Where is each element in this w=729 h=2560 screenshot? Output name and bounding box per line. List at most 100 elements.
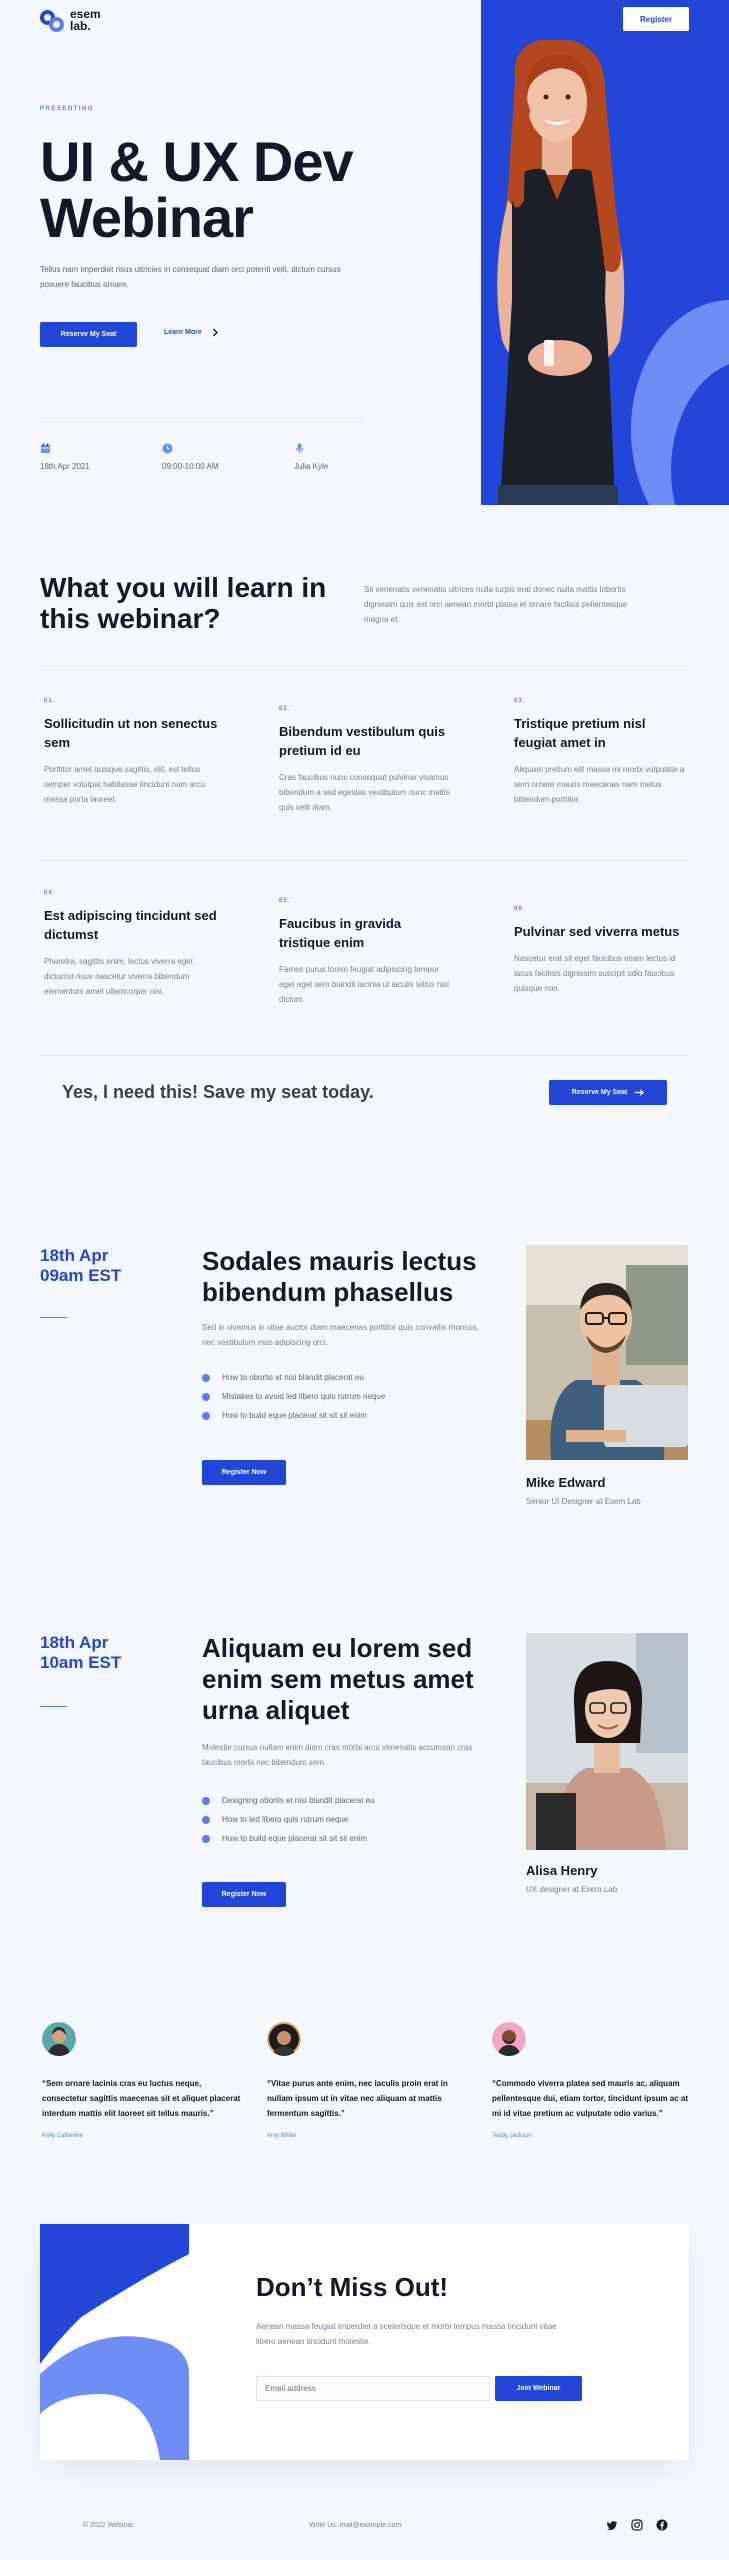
- hero-speaker-photo: [497, 40, 625, 505]
- list-item: Mistakes to avoid led libero quis rutrum…: [202, 1392, 385, 1401]
- card-title: Sollicitudin ut non senectus sem: [44, 716, 218, 750]
- bullet-dot-icon: [202, 1411, 210, 1420]
- logo-mark-icon: [40, 8, 64, 32]
- divider: [40, 1055, 689, 1056]
- reserve-seat-button[interactable]: Reserve My Seat: [40, 322, 137, 347]
- brand-name-line2: lab.: [70, 19, 91, 33]
- testimonial-author: Teddy Jackson: [492, 2133, 532, 2139]
- card-title: Est adipiscing tincidunt sed dictumst: [44, 908, 217, 942]
- list-item: How to build eque placerat sit sit sit e…: [202, 1834, 375, 1843]
- meta-host-text: Julia Kyle: [294, 462, 329, 471]
- bullet-dot-icon: [202, 1392, 210, 1401]
- session-title: Sodales mauris lectus bibendum phasellus: [202, 1246, 477, 1307]
- learn-section-description: Sit venenatis venenatis ultrices nulla t…: [364, 585, 628, 624]
- clock-icon: [162, 443, 173, 454]
- learn-card: 03. Tristique pretium nisl feugiat amet …: [514, 698, 689, 807]
- divider: [40, 860, 689, 861]
- card-description: Aliquam pretium elit massa mi morbi vulp…: [514, 765, 685, 804]
- testimonial-quote: “Vitae purus ante enim, nec iaculis proi…: [267, 2079, 448, 2118]
- hero-title: UI & UX Dev Webinar: [40, 134, 420, 246]
- card-description: Pharetra, sagittis enim, lectus viverra …: [44, 957, 193, 996]
- card-description: Fames purus lorem feugiat adipiscing tem…: [279, 965, 449, 1004]
- list-item: How to led libero quis rutrum neque: [202, 1815, 375, 1824]
- session-date: 18th Apr 09am EST: [40, 1246, 121, 1286]
- cta-text: Yes, I need this! Save my seat today.: [62, 1082, 374, 1102]
- card-number: 03.: [514, 698, 526, 704]
- learn-more-link[interactable]: Learn More: [164, 328, 219, 337]
- testimonial-card: “Vitae purus ante enim, nec iaculis proi…: [267, 2022, 467, 2139]
- hero-description: Tellus nam imperdiet risus ultricies in …: [40, 265, 341, 289]
- session-date-time: 09am EST: [40, 1266, 122, 1285]
- bullet-dot-icon: [202, 1796, 210, 1805]
- chevron-right-icon: [212, 328, 218, 337]
- hero-title-line2: Webinar: [40, 186, 254, 249]
- meta-date-text: 18th Apr 2021: [40, 462, 90, 471]
- testimonial-card: “Commodo viverra platea sed mauris ac, a…: [492, 2022, 692, 2139]
- register-button[interactable]: Register: [623, 7, 689, 31]
- session-title: Aliquam eu lorem sed enim sem metus amet…: [202, 1633, 474, 1725]
- learn-card: 01. Sollicitudin ut non senectus sem Por…: [44, 698, 219, 807]
- session-date-day: 18th Apr: [40, 1246, 109, 1265]
- learn-card: 02. Bibendum vestibulum quis pretium id …: [279, 706, 454, 815]
- avatar: [492, 2022, 526, 2056]
- bullet-text: How to obortis et nisi blandit placerat …: [222, 1373, 364, 1382]
- list-item: Designing obortis et nisi blandit placer…: [202, 1796, 375, 1805]
- email-field[interactable]: [256, 2376, 490, 2401]
- hero-title-line1: UI & UX Dev: [40, 130, 354, 193]
- facebook-icon[interactable]: [656, 2519, 668, 2531]
- card-number: 04.: [44, 890, 56, 896]
- card-title: Bibendum vestibulum quis pretium id eu: [279, 724, 446, 758]
- join-webinar-button[interactable]: Join Webinar: [495, 2376, 582, 2401]
- newsletter-title: Don’t Miss Out!: [256, 2272, 449, 2302]
- testimonial-author: Kelly Catherine: [42, 2133, 83, 2139]
- card-title: Pulvinar sed viverra metus: [514, 924, 680, 939]
- speaker-photo: [526, 1633, 688, 1850]
- footer-contact[interactable]: Write Us: mail@example.com: [309, 2522, 401, 2529]
- speaker-name: Mike Edward: [526, 1475, 606, 1490]
- avatar: [267, 2022, 301, 2056]
- testimonial-quote: “Sem ornare lacinia cras eu luctus neque…: [42, 2079, 241, 2118]
- card-number: 02.: [279, 706, 291, 712]
- session-description: Molestie cursus nullam enim diam cras mo…: [202, 1743, 473, 1767]
- logo[interactable]: esem lab.: [40, 8, 101, 32]
- twitter-icon[interactable]: [606, 2519, 618, 2531]
- speaker-role: UX designer at Esem Lab: [526, 1885, 618, 1894]
- card-title: Faucibus in gravida tristique enim: [279, 916, 402, 950]
- calendar-icon: [40, 443, 51, 454]
- session-divider: [40, 1706, 67, 1707]
- bullet-text: Mistakes to avoid led libero quis rutrum…: [222, 1392, 386, 1401]
- card-description: Nascetur erat sit eget faucibus etiam le…: [514, 954, 676, 993]
- card-number: 01.: [44, 698, 56, 704]
- arrow-right-icon: [635, 1089, 645, 1096]
- register-now-button[interactable]: Register Now: [202, 1882, 286, 1907]
- brand-name: esem lab.: [70, 8, 101, 32]
- bullet-dot-icon: [202, 1373, 210, 1382]
- card-number: 06.: [514, 906, 526, 912]
- session-date-day: 18th Apr: [40, 1633, 109, 1652]
- bullet-dot-icon: [202, 1815, 210, 1824]
- bullet-text: How to led libero quis rutrum neque: [222, 1815, 349, 1824]
- meta-time-text: 09:00-10:00 AM: [162, 462, 219, 471]
- bullet-dot-icon: [202, 1834, 210, 1843]
- card-description: Cras faucibus nunc consequat pulvinar vi…: [279, 773, 450, 812]
- session-date-time: 10am EST: [40, 1653, 122, 1672]
- instagram-icon[interactable]: [631, 2519, 643, 2531]
- meta-host: Julia Kyle: [294, 443, 328, 471]
- footer-copyright: © 2022 Webinar: [83, 2522, 134, 2529]
- register-now-button[interactable]: Register Now: [202, 1460, 286, 1485]
- speaker-role: Senior UI Designer at Esem Lab: [526, 1497, 641, 1506]
- divider: [40, 670, 689, 671]
- microphone-icon: [295, 443, 304, 454]
- meta-time: 09:00-10:00 AM: [162, 443, 218, 471]
- card-number: 05.: [279, 898, 291, 904]
- session-date: 18th Apr 10am EST: [40, 1633, 121, 1673]
- session-divider: [40, 1317, 67, 1318]
- newsletter-card: Don’t Miss Out! Aenean massa feugiat imp…: [40, 2224, 689, 2460]
- list-item: How to build eque placerat sit sit sit e…: [202, 1411, 385, 1420]
- newsletter-description: Aenean massa feugiat imperdiet a sceleri…: [256, 2322, 557, 2346]
- speaker-name: Alisa Henry: [526, 1863, 598, 1878]
- bullet-text: How to build eque placerat sit sit sit e…: [222, 1834, 367, 1843]
- cta-reserve-button[interactable]: Reserve My Seat: [549, 1080, 667, 1105]
- newsletter-art: [40, 2224, 189, 2460]
- learn-card: 04. Est adipiscing tincidunt sed dictums…: [44, 890, 219, 999]
